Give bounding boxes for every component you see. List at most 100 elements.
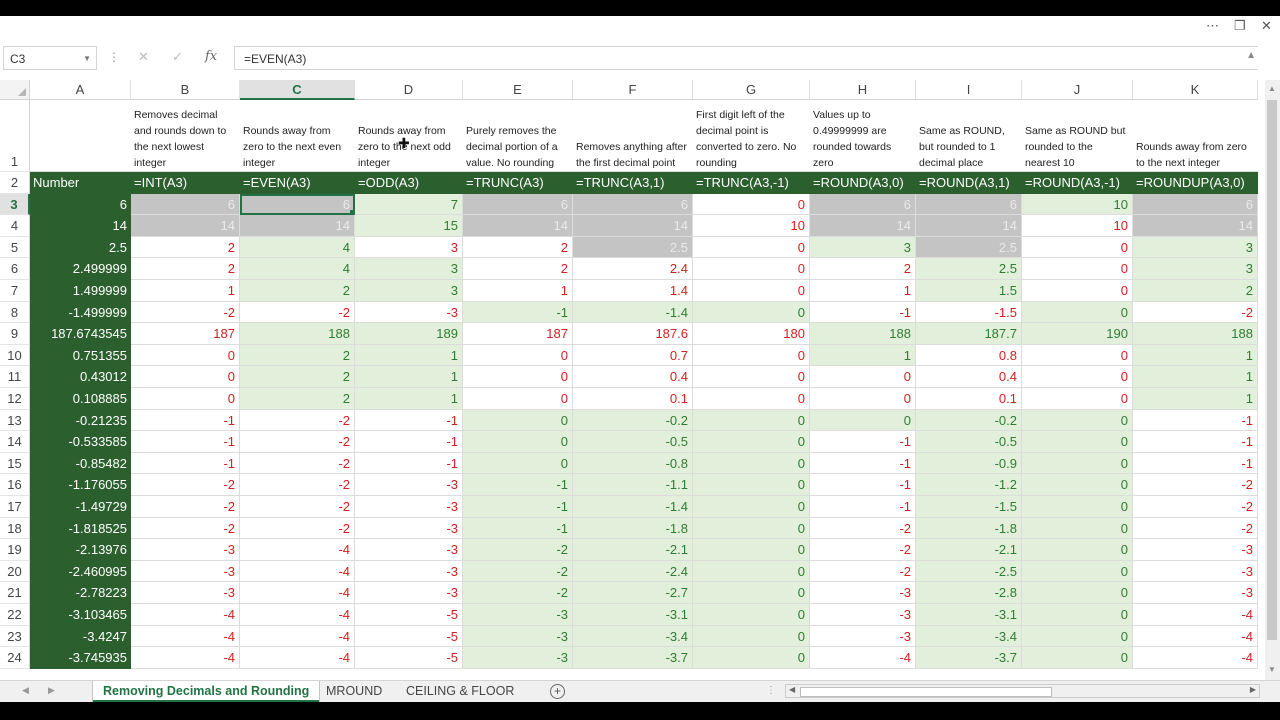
result-cell[interactable]: 0 [693,517,810,540]
result-cell[interactable]: 2 [240,280,355,302]
result-cell[interactable]: 0 [693,431,810,453]
result-cell[interactable]: 0 [693,496,810,518]
result-cell[interactable]: 1 [810,344,916,367]
result-cell[interactable]: -4 [131,604,240,626]
result-cell[interactable]: -1 [463,517,573,540]
result-cell[interactable]: 3 [355,236,463,259]
result-cell[interactable]: -1 [1133,431,1258,453]
result-cell[interactable]: -3 [355,474,463,496]
result-cell[interactable]: 0 [693,258,810,280]
result-cell[interactable]: 1 [355,344,463,367]
result-cell[interactable]: 0 [693,560,810,583]
result-cell[interactable]: -1 [1133,452,1258,475]
result-cell[interactable]: 0 [693,193,810,216]
result-cell[interactable]: 2.5 [916,236,1022,259]
number-cell[interactable]: 1.499999 [30,280,131,302]
result-cell[interactable]: -3 [1133,582,1258,604]
result-cell[interactable]: 0 [693,280,810,302]
result-cell[interactable]: 0.8 [916,344,1022,367]
formula-header-cell[interactable]: =TRUNC(A3,1) [573,172,693,194]
result-cell[interactable]: 0 [810,366,916,388]
result-cell[interactable]: -2.1 [573,539,693,561]
result-cell[interactable]: -2 [1133,496,1258,518]
formula-header-cell[interactable]: =INT(A3) [131,172,240,194]
row-header[interactable]: 16 [0,474,30,496]
result-cell[interactable]: -2 [240,409,355,432]
result-cell[interactable]: 0 [810,409,916,432]
number-cell[interactable]: -3.745935 [30,647,131,669]
cancel-icon[interactable]: ✕ [138,49,149,65]
result-cell[interactable]: 0 [1022,625,1133,648]
number-cell[interactable]: -2.460995 [30,560,131,583]
result-cell[interactable]: 0 [1022,258,1133,280]
result-cell[interactable]: 3 [810,236,916,259]
result-cell[interactable]: 10 [1022,215,1133,237]
number-cell[interactable]: 0.751355 [30,344,131,367]
result-cell[interactable]: 3 [1133,236,1258,259]
row-header[interactable]: 2 [0,172,30,194]
result-cell[interactable]: 0 [1022,517,1133,540]
column-header-h[interactable]: H [810,80,916,100]
formula-header-cell[interactable]: =ROUND(A3,-1) [1022,172,1133,194]
result-cell[interactable]: -3 [810,625,916,648]
add-sheet-button[interactable]: + [550,684,565,699]
result-cell[interactable]: 0 [693,452,810,475]
result-cell[interactable]: -1.8 [573,517,693,540]
result-cell[interactable]: -3 [463,625,573,648]
result-cell[interactable]: -4 [810,647,916,669]
horizontal-scrollbar[interactable]: ◀ ▶ [785,684,1260,698]
number-cell[interactable]: -0.21235 [30,409,131,432]
result-cell[interactable]: -1 [810,431,916,453]
row-header[interactable]: 24 [0,647,30,669]
result-cell[interactable]: 0.4 [573,366,693,388]
result-cell[interactable]: 7 [355,193,463,216]
formula-header-cell[interactable]: =ROUND(A3,0) [810,172,916,194]
result-cell[interactable]: 6 [240,193,355,216]
column-header-g[interactable]: G [693,80,810,100]
column-header-e[interactable]: E [463,80,573,100]
sheet-tab[interactable]: CEILING & FLOOR [396,681,524,702]
name-box[interactable]: C3 ▼ [3,46,97,70]
column-header-c[interactable]: C [240,80,355,100]
sheet-tab[interactable]: Removing Decimals and Rounding [93,681,320,702]
result-cell[interactable]: -2.7 [573,582,693,604]
result-cell[interactable]: 1 [355,388,463,410]
result-cell[interactable]: 4 [240,258,355,280]
row-header[interactable]: 21 [0,582,30,604]
number-cell[interactable]: -1.49729 [30,496,131,518]
expand-formula-bar-icon[interactable]: ▲ [1246,50,1256,61]
result-cell[interactable]: -2.1 [916,539,1022,561]
row-header[interactable]: 12 [0,388,30,410]
formula-header-cell[interactable]: =TRUNC(A3) [463,172,573,194]
result-cell[interactable]: -2 [1133,301,1258,324]
result-cell[interactable]: 0 [693,344,810,367]
number-cell[interactable]: -1.818525 [30,517,131,540]
number-cell[interactable]: -0.533585 [30,431,131,453]
result-cell[interactable]: 0 [693,582,810,604]
result-cell[interactable]: -3 [1133,560,1258,583]
number-cell[interactable]: 14 [30,215,131,237]
result-cell[interactable]: -1.4 [573,496,693,518]
column-header-d[interactable]: D [355,80,463,100]
result-cell[interactable]: 188 [240,323,355,345]
result-cell[interactable]: 0 [1022,539,1133,561]
row-header[interactable]: 3 [0,193,30,216]
result-cell[interactable]: -4 [240,625,355,648]
vertical-scrollbar[interactable]: ▲ ▼ [1265,80,1280,680]
result-cell[interactable]: -3 [810,582,916,604]
result-cell[interactable]: 1.4 [573,280,693,302]
result-cell[interactable]: 0 [693,604,810,626]
number-cell[interactable]: -1.176055 [30,474,131,496]
row-header[interactable]: 9 [0,323,30,345]
result-cell[interactable]: 0 [693,301,810,324]
result-cell[interactable]: -3 [355,560,463,583]
result-cell[interactable]: -1.5 [916,301,1022,324]
result-cell[interactable]: 0 [693,539,810,561]
result-cell[interactable]: 1 [810,280,916,302]
result-cell[interactable]: 2.5 [573,236,693,259]
result-cell[interactable]: 0.7 [573,344,693,367]
result-cell[interactable]: -3 [355,582,463,604]
result-cell[interactable]: -1 [355,452,463,475]
result-cell[interactable]: -0.9 [916,452,1022,475]
number-cell[interactable]: -0.85482 [30,452,131,475]
